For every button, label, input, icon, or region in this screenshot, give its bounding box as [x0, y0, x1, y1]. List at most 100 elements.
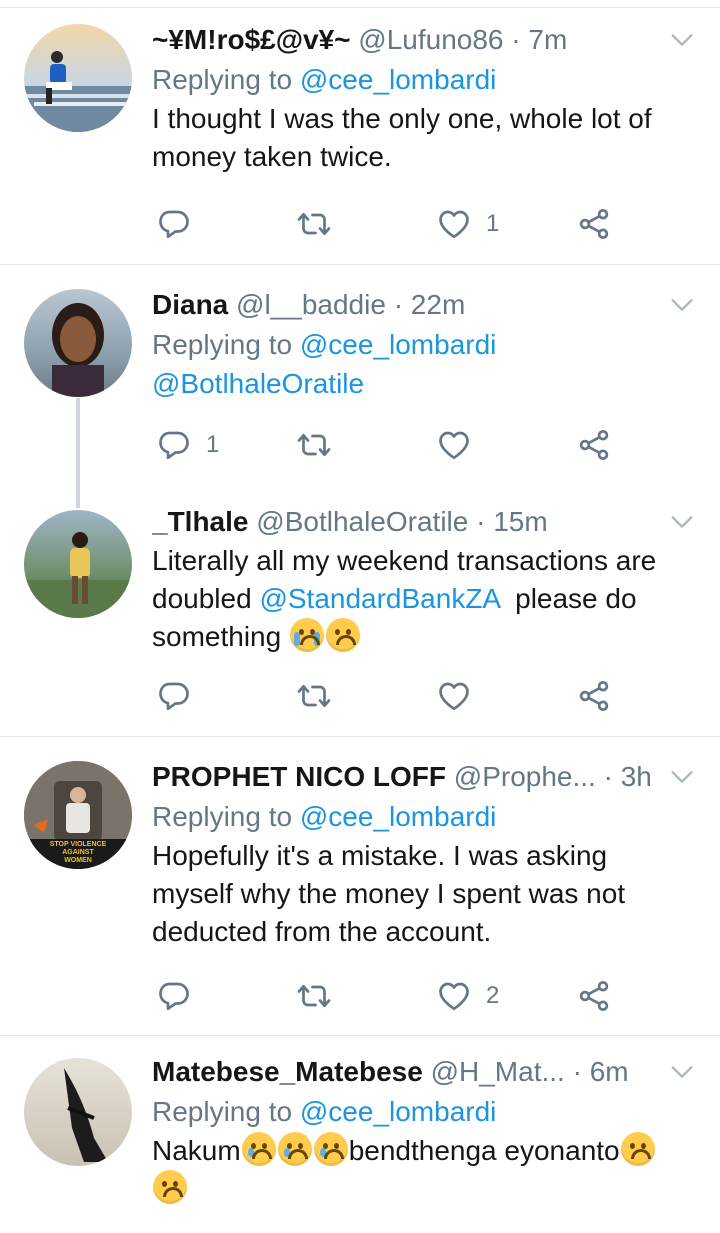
divider [0, 1035, 720, 1036]
crying-face-emoji-icon [241, 1132, 276, 1166]
chevron-down-icon[interactable] [668, 763, 696, 791]
replying-to: Replying to @cee_lombardi [152, 325, 696, 365]
retweet-button[interactable] [296, 972, 346, 1020]
user-handle[interactable]: @BotlhaleOratile [256, 506, 468, 537]
avatar[interactable] [24, 510, 132, 618]
chevron-down-icon[interactable] [668, 1058, 696, 1086]
tweet-text-line: Literally all my weekend transactions ar… [152, 545, 657, 576]
share-button[interactable] [576, 672, 612, 720]
avatar-image [24, 532, 132, 618]
tweet-text-fragment: Nakum [152, 1135, 241, 1166]
tweet-text: I thought I was the only one, whole lot … [152, 100, 696, 176]
reply-button[interactable]: 1 [156, 421, 219, 469]
avatar-image [24, 51, 132, 132]
tweet-text-line: money taken twice. [152, 141, 392, 172]
mention-link[interactable]: @StandardBankZA [259, 583, 499, 614]
display-name[interactable]: Diana [152, 289, 228, 320]
share-icon [576, 678, 612, 714]
share-icon [576, 427, 612, 463]
avatar-image [64, 1068, 108, 1162]
reply-button[interactable] [156, 200, 206, 248]
tweet-text-line [152, 1170, 696, 1208]
retweet-icon [296, 206, 332, 242]
user-handle[interactable]: @Prophe... [454, 761, 596, 792]
display-name[interactable]: Matebese_Matebese [152, 1056, 423, 1087]
share-button[interactable] [576, 972, 612, 1020]
reply-mention-link[interactable]: @cee_lombardi [300, 64, 497, 95]
replying-to: Replying to @cee_lombardi [152, 1092, 696, 1132]
heart-icon [436, 978, 472, 1014]
tweet-text: Nakum bendthenga eyonanto [152, 1132, 696, 1208]
user-handle[interactable]: @Lufuno86 [358, 24, 503, 55]
user-handle[interactable]: @l__baddie [236, 289, 386, 320]
avatar[interactable] [24, 289, 132, 397]
share-icon [576, 978, 612, 1014]
like-button[interactable]: 2 [436, 972, 499, 1020]
replying-prefix: Replying to [152, 329, 300, 360]
tweet-actions [152, 672, 652, 720]
like-count: 1 [486, 210, 500, 237]
crying-face-emoji-icon [277, 1132, 312, 1166]
mention-link[interactable]: @BotlhaleOratile [152, 365, 696, 403]
tweet-text-line: Hopefully it's a mistake. I was asking [152, 840, 608, 871]
frowning-face-emoji-icon [620, 1132, 655, 1166]
retweet-button[interactable] [296, 200, 346, 248]
retweet-button[interactable] [296, 672, 346, 720]
tweet-text-line: something [152, 618, 696, 656]
tweet-text-fragment: doubled [152, 583, 260, 614]
separator-dot: · [511, 24, 521, 55]
share-button[interactable] [576, 200, 612, 248]
tweet-actions: 1 [152, 421, 652, 469]
weary-face-emoji-icon [325, 618, 360, 652]
timestamp[interactable]: 3h [621, 761, 652, 792]
chevron-down-icon[interactable] [668, 508, 696, 536]
retweet-button[interactable] [296, 421, 346, 469]
chevron-down-icon[interactable] [668, 26, 696, 54]
display-name[interactable]: PROPHET NICO LOFF [152, 761, 446, 792]
reply-mention-link[interactable]: @cee_lombardi [300, 1096, 497, 1127]
tweet-text-line: myself why the money I spent was not [152, 878, 626, 909]
tweet-text-fragment: please do [499, 583, 637, 614]
tweet-header: Matebese_Matebese @H_Mat... · 6m [152, 1052, 696, 1092]
user-handle[interactable]: @H_Mat... [431, 1056, 565, 1087]
share-icon [576, 206, 612, 242]
tweet-text-line: doubled @StandardBankZA please do [152, 580, 696, 618]
replying-prefix: Replying to [152, 801, 300, 832]
reply-button[interactable] [156, 972, 206, 1020]
thread-line [76, 398, 80, 508]
reply-button[interactable] [156, 672, 206, 720]
divider [0, 736, 720, 737]
reply-mention-link[interactable]: @cee_lombardi [300, 801, 497, 832]
like-button[interactable] [436, 421, 486, 469]
share-button[interactable] [576, 421, 612, 469]
reply-icon [156, 678, 192, 714]
timestamp[interactable]: 15m [493, 506, 547, 537]
reply-mention-link[interactable]: @cee_lombardi [300, 329, 497, 360]
tweet-text-fragment: something [152, 621, 289, 652]
loudly-crying-emoji-icon [289, 618, 324, 652]
tweet-text-fragment: bendthenga eyonanto [348, 1135, 620, 1166]
replying-prefix: Replying to [152, 1096, 300, 1127]
chevron-down-icon[interactable] [668, 291, 696, 319]
crying-face-emoji-icon [313, 1132, 348, 1166]
tweet-text-line: deducted from the account. [152, 916, 492, 947]
timestamp[interactable]: 7m [528, 24, 567, 55]
tweet-header: _Tlhale @BotlhaleOratile · 15m [152, 502, 696, 542]
like-button[interactable]: 1 [436, 200, 499, 248]
like-button[interactable] [436, 672, 486, 720]
replying-prefix: Replying to [152, 64, 300, 95]
tweet-header: ~¥M!ro$£@v¥~ @Lufuno86 · 7m [152, 20, 696, 60]
timestamp[interactable]: 6m [590, 1056, 629, 1087]
reply-icon [156, 206, 192, 242]
display-name[interactable]: _Tlhale [152, 506, 248, 537]
avatar[interactable] [24, 24, 132, 132]
timestamp[interactable]: 22m [411, 289, 465, 320]
avatar[interactable] [24, 1058, 132, 1166]
tweet-actions: 2 [152, 972, 652, 1020]
avatar[interactable]: STOP VIOLENCE AGAINST WOMEN [24, 761, 132, 869]
reply-count: 1 [206, 431, 220, 458]
avatar-badge: STOP VIOLENCE AGAINST WOMEN [49, 841, 107, 864]
tweet-text-line: I thought I was the only one, whole lot … [152, 103, 652, 134]
display-name[interactable]: ~¥M!ro$£@v¥~ [152, 24, 351, 55]
tweet-header: PROPHET NICO LOFF @Prophe... · 3h [152, 757, 696, 797]
